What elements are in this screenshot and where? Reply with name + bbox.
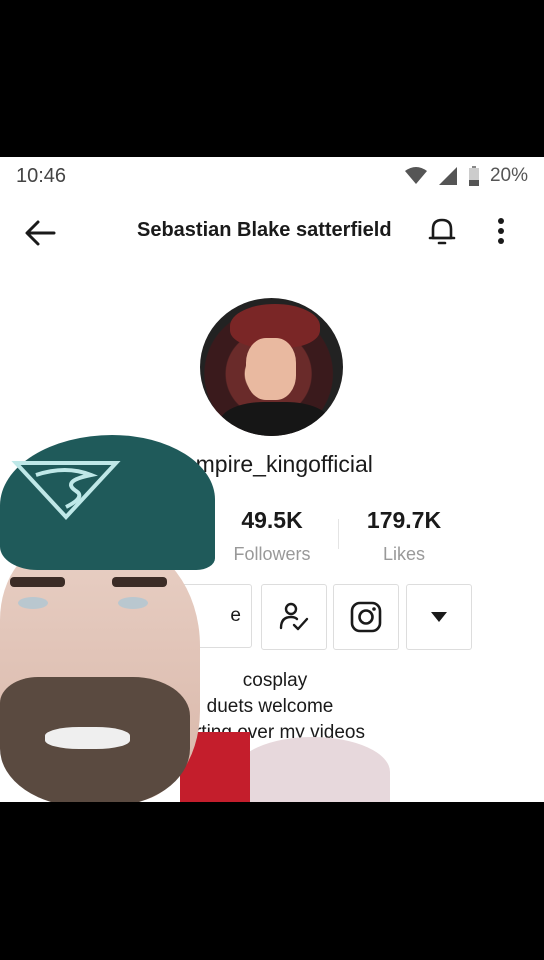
camera-overlay	[0, 427, 390, 802]
app-screen: 10:46 20% Sebastian Blake satterfield @v…	[0, 157, 544, 802]
avatar-face	[246, 338, 296, 400]
page-title: Sebastian Blake satterfield	[137, 219, 392, 241]
signal-icon	[438, 167, 457, 185]
caret-down-icon	[431, 612, 447, 622]
overlay-eye	[18, 597, 48, 609]
overlay-fur	[235, 737, 390, 802]
more-vertical-icon[interactable]	[486, 213, 516, 249]
avatar[interactable]	[200, 298, 343, 436]
status-time: 10:46	[16, 165, 67, 187]
status-bar: 10:46 20%	[0, 157, 544, 195]
battery-icon	[468, 166, 479, 186]
arrow-left-icon[interactable]	[22, 215, 58, 251]
profile-header: Sebastian Blake satterfield	[0, 209, 544, 255]
overlay-brow	[10, 577, 65, 587]
wifi-icon	[404, 167, 427, 184]
overlay-eye	[118, 597, 148, 609]
overlay-mouth	[45, 727, 130, 749]
superman-logo-icon	[11, 461, 121, 520]
status-icons: 20%	[404, 165, 528, 187]
battery-percent: 20%	[489, 165, 528, 186]
overlay-brow	[112, 577, 167, 587]
more-options-button[interactable]	[406, 584, 472, 650]
bell-icon[interactable]	[424, 213, 460, 249]
